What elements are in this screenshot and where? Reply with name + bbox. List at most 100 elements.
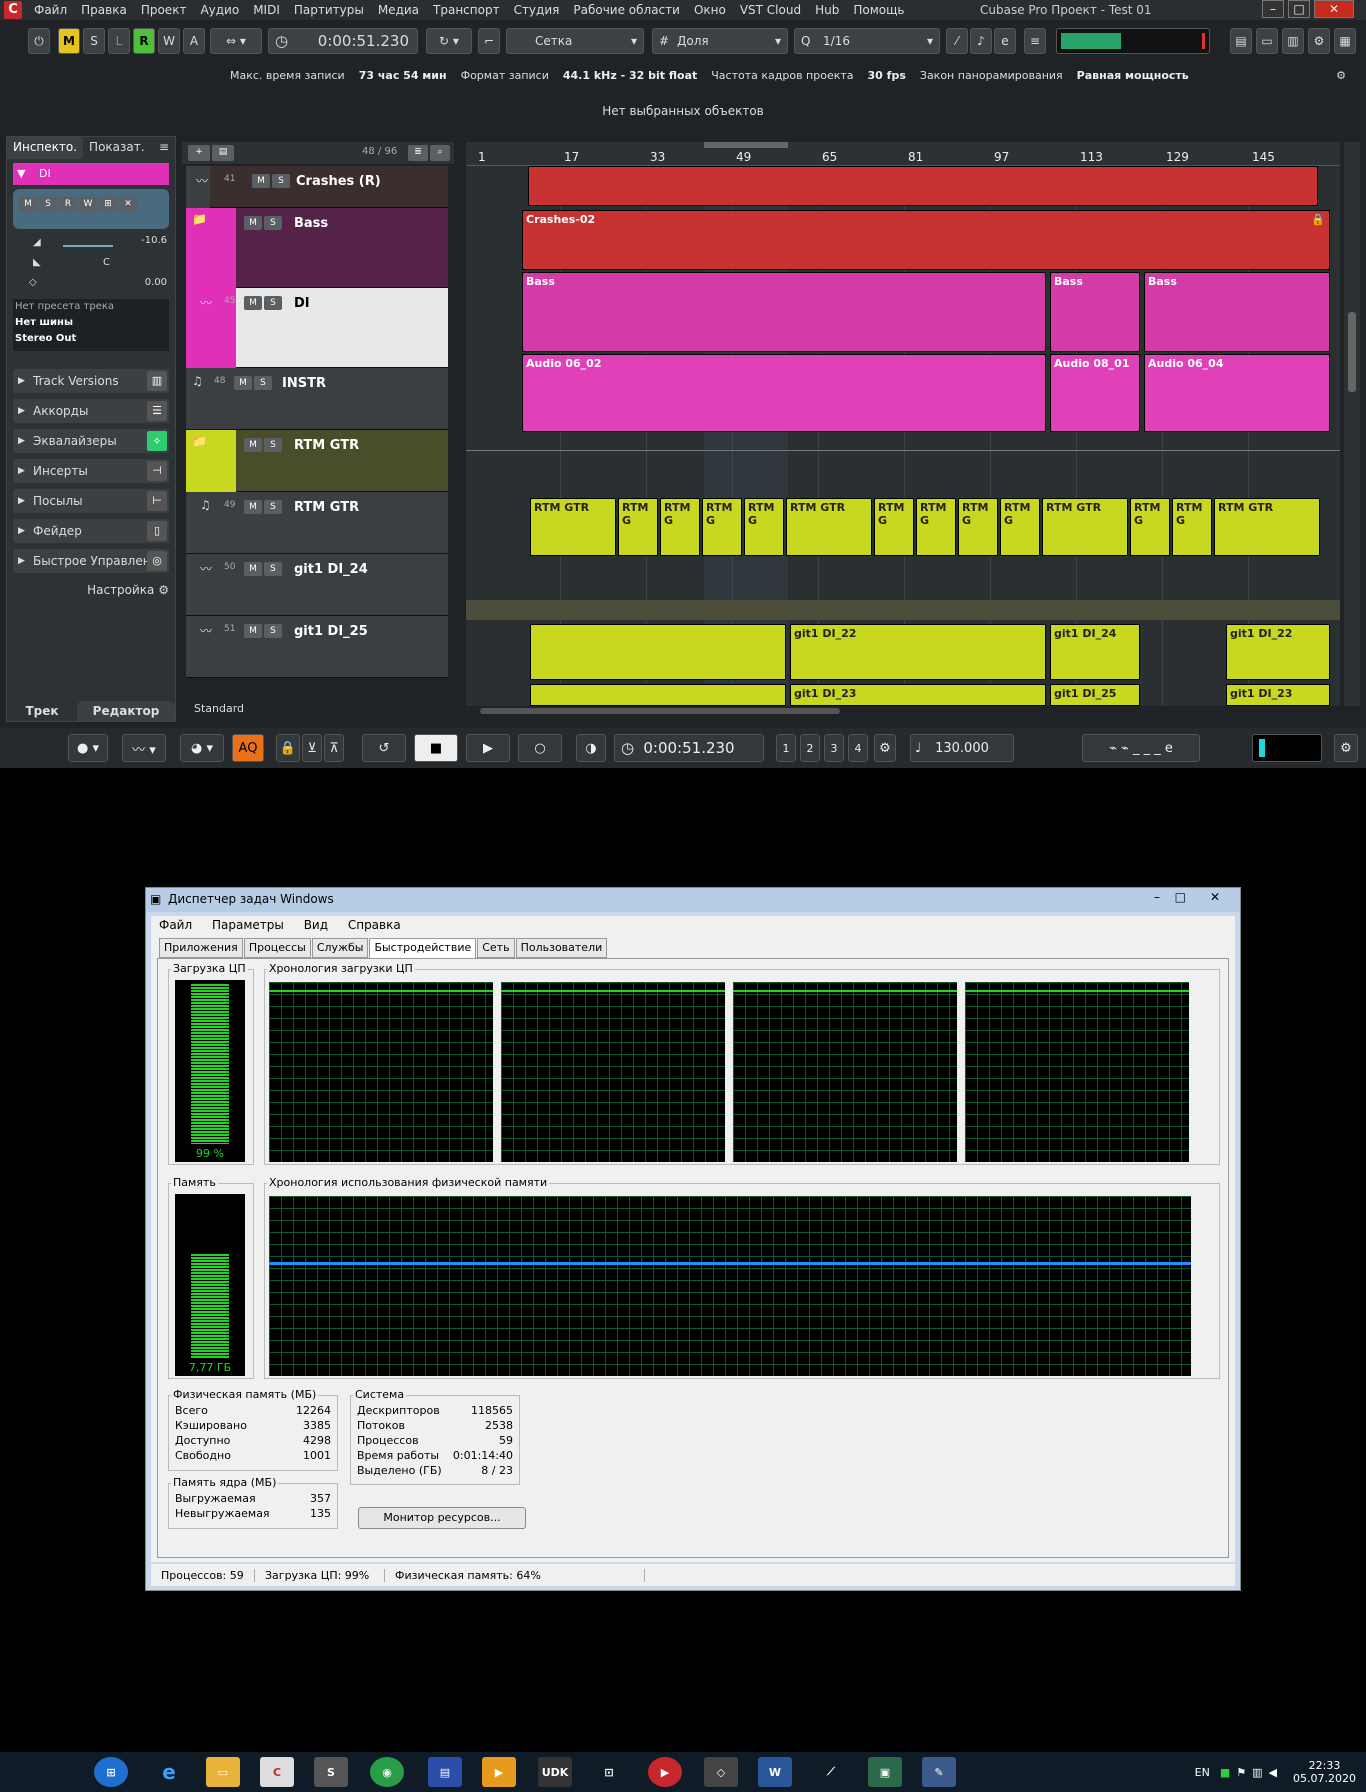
snap-toggle-icon[interactable]: ⌐ <box>478 28 500 54</box>
menu-transport[interactable]: Транспорт <box>433 3 500 17</box>
chrome-icon[interactable]: ◉ <box>370 1757 404 1787</box>
folder-track-row[interactable]: 📁 MS Bass <box>186 208 448 288</box>
tab-inspector[interactable]: Инспекто. <box>7 137 84 159</box>
part-clip[interactable]: RTM G <box>958 498 998 556</box>
marker-out-icon[interactable]: ⊼ <box>324 734 344 762</box>
pan-value[interactable]: C <box>103 257 110 268</box>
read-button[interactable]: R <box>59 197 77 211</box>
gear-icon[interactable]: ⚙ <box>1336 69 1346 82</box>
part-clip[interactable]: RTM G <box>702 498 742 556</box>
solo-button[interactable]: S <box>264 438 282 452</box>
record-mode-icon[interactable]: ● ▾ <box>68 734 108 762</box>
listen-button[interactable]: L <box>108 28 130 54</box>
track-row[interactable]: ♫ 48 MS INSTR <box>186 368 448 430</box>
clock-date[interactable]: 05.07.2020 <box>1293 1772 1356 1785</box>
paint-icon[interactable]: ✎ <box>922 1757 956 1787</box>
word-icon[interactable]: W <box>758 1757 792 1787</box>
menu-file[interactable]: Файл <box>34 3 67 17</box>
settings-link[interactable]: Настройка ⚙ <box>13 583 169 597</box>
close-button[interactable]: ✕ <box>1314 0 1354 18</box>
part-clip[interactable]: RTM GTR <box>1042 498 1128 556</box>
marker-2[interactable]: 2 <box>800 734 820 762</box>
solo-button[interactable]: S <box>254 376 272 390</box>
audio-clip[interactable] <box>530 624 786 680</box>
tray-icon[interactable]: ■ <box>1220 1766 1230 1779</box>
track-name[interactable]: RTM GTR <box>294 438 359 453</box>
nudge-icon[interactable]: ↻ ▾ <box>426 28 472 54</box>
mute-button[interactable]: M <box>252 174 270 188</box>
part-clip[interactable]: RTM G <box>874 498 914 556</box>
power-icon[interactable]: ⏻ <box>28 28 50 54</box>
menu-workspaces[interactable]: Рабочие области <box>573 3 680 17</box>
menu-view[interactable]: Вид <box>304 918 328 932</box>
ie-icon[interactable]: e <box>152 1757 186 1787</box>
resource-monitor-button[interactable]: Монитор ресурсов... <box>358 1507 526 1529</box>
metronome-icon[interactable]: ◑ <box>576 734 606 762</box>
menu-vst-cloud[interactable]: VST Cloud <box>740 3 801 17</box>
volume-slider[interactable] <box>63 245 113 247</box>
fps-value[interactable]: 30 fps <box>868 69 906 82</box>
section-sends[interactable]: Посылы ⊢ <box>13 489 169 513</box>
track-name[interactable]: DI <box>294 296 310 311</box>
app-icon[interactable]: ⟋ <box>814 1757 848 1787</box>
tab-editor[interactable]: Редактор <box>77 701 175 721</box>
mute-button[interactable]: M <box>244 296 262 310</box>
solo-button[interactable]: S <box>264 562 282 576</box>
preset-field[interactable]: Нет пресета трека <box>15 301 167 317</box>
cubase-icon[interactable]: C <box>260 1757 294 1787</box>
explorer-icon[interactable]: ▭ <box>206 1757 240 1787</box>
language-indicator[interactable]: EN <box>1195 1766 1210 1779</box>
mute-all-button[interactable]: M <box>58 28 80 54</box>
part-clip[interactable]: RTM G <box>618 498 658 556</box>
menu-audio[interactable]: Аудио <box>200 3 239 17</box>
write-button[interactable]: W <box>158 28 180 54</box>
solo-all-button[interactable]: S <box>83 28 105 54</box>
track-name[interactable]: git1 DI_24 <box>294 562 368 577</box>
read-button[interactable]: R <box>133 28 155 54</box>
audio-clip[interactable]: Audio 08_01 <box>1050 354 1140 432</box>
maximize-button[interactable]: □ <box>1175 890 1186 904</box>
solo-button[interactable]: S <box>264 500 282 514</box>
aq-button[interactable]: AQ <box>232 734 264 762</box>
section-quick-controls[interactable]: Быстрое Управление◎ <box>13 549 169 573</box>
tab-services[interactable]: Службы <box>311 938 369 958</box>
swing-icon[interactable]: ♪ <box>970 28 992 54</box>
audio-clip[interactable]: git1 DI_22 <box>1226 624 1330 680</box>
tab-networking[interactable]: Сеть <box>477 938 515 958</box>
marker-4[interactable]: 4 <box>848 734 868 762</box>
track-row[interactable]: 〰 51 MS git1 DI_25 <box>186 616 448 678</box>
vertical-scrollbar[interactable] <box>1344 142 1360 706</box>
tab-processes[interactable]: Процессы <box>243 938 311 958</box>
tab-visibility[interactable]: Показат. <box>83 137 151 159</box>
marker-1[interactable]: 1 <box>776 734 796 762</box>
maximize-button[interactable]: □ <box>1288 0 1310 18</box>
audio-clip[interactable] <box>528 166 1318 206</box>
solo-button[interactable]: S <box>264 296 282 310</box>
audio-clip[interactable]: Audio 06_02 <box>522 354 1046 432</box>
mute-button[interactable]: M <box>234 376 252 390</box>
tray-icon[interactable]: ⚑ <box>1236 1766 1246 1779</box>
cycle-icon[interactable]: ↺ <box>362 734 406 762</box>
close-button[interactable]: ✕ <box>1210 890 1220 904</box>
inspector-track-name[interactable]: ▼ DI <box>13 163 169 185</box>
volume-value[interactable]: -10.6 <box>141 235 167 246</box>
tab-users[interactable]: Пользователи <box>515 938 608 958</box>
mute-button[interactable]: M <box>244 624 262 638</box>
audio-clip[interactable]: git1 DI_24 <box>1050 624 1140 680</box>
track-name[interactable]: Crashes (R) <box>296 174 381 189</box>
track-row[interactable]: 〰 41 MS Crashes (R) <box>186 166 448 208</box>
record-button[interactable]: ○ <box>518 734 562 762</box>
audio-clip[interactable] <box>530 684 786 706</box>
snipping-icon[interactable]: ⊡ <box>592 1757 626 1787</box>
track-name[interactable]: git1 DI_25 <box>294 624 368 639</box>
part-clip[interactable]: RTM GTR <box>530 498 616 556</box>
app-icon[interactable]: ◇ <box>704 1757 738 1787</box>
settings-gear-icon[interactable]: ⚙ <box>1308 28 1330 54</box>
mute-button[interactable]: M <box>244 562 262 576</box>
marker-3[interactable]: 3 <box>824 734 844 762</box>
primary-time-display[interactable]: ◷ 0:00:51.230 <box>614 734 764 762</box>
right-zone-icon[interactable]: ▥ <box>1282 28 1304 54</box>
mute-button[interactable]: M <box>244 500 262 514</box>
mute-button[interactable]: M <box>19 197 37 211</box>
tab-track[interactable]: Трек <box>7 701 77 721</box>
